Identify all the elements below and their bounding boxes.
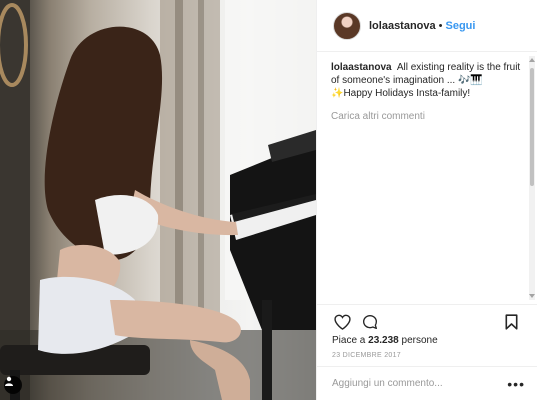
load-more-comments-link[interactable]: Carica altri commenti [331, 111, 521, 122]
comment-icon [363, 315, 377, 329]
heart-icon [333, 314, 351, 330]
leg-upper [110, 300, 241, 343]
post-actions: Piace a 23.238 persone 23 DICEMBRE 2017 [316, 304, 537, 359]
header-separator: • [438, 19, 443, 32]
header-username[interactable]: lolaastanova [369, 20, 436, 32]
caption: lolaastanova All existing reality is the… [331, 61, 521, 100]
comments-scrollbar[interactable] [529, 56, 535, 300]
follow-button[interactable]: Segui [446, 20, 476, 32]
piano-leg [262, 300, 272, 400]
scroll-thumb[interactable] [530, 68, 534, 186]
scroll-down-arrow[interactable] [529, 294, 535, 298]
avatar[interactable] [333, 11, 361, 40]
curtain [160, 0, 220, 320]
post-date[interactable]: 23 DICEMBRE 2017 [332, 352, 521, 359]
top [95, 195, 159, 255]
comment-input[interactable] [332, 378, 508, 389]
post-photo[interactable] [0, 0, 316, 400]
more-options-button[interactable]: ••• [507, 377, 525, 391]
photo-illustration [0, 0, 316, 400]
save-button[interactable] [501, 312, 521, 332]
bookmark-icon [505, 314, 517, 330]
likes-number: 23.238 [368, 335, 399, 346]
post-header: lolaastanova • Segui [317, 0, 537, 52]
likes-count[interactable]: Piace a 23.238 persone [332, 335, 521, 346]
scroll-up-arrow[interactable] [529, 58, 535, 62]
action-icons-row [332, 305, 521, 335]
tagged-people-button[interactable] [4, 376, 22, 394]
person-icon [5, 376, 13, 386]
like-button[interactable] [332, 312, 352, 332]
add-comment-bar: ••• [316, 366, 537, 400]
comments-section: lolaastanova All existing reality is the… [317, 52, 537, 304]
comment-button[interactable] [360, 312, 380, 332]
caption-username[interactable]: lolaastanova [331, 62, 392, 73]
likes-prefix: Piace a [332, 335, 366, 346]
likes-suffix: persone [401, 335, 438, 346]
